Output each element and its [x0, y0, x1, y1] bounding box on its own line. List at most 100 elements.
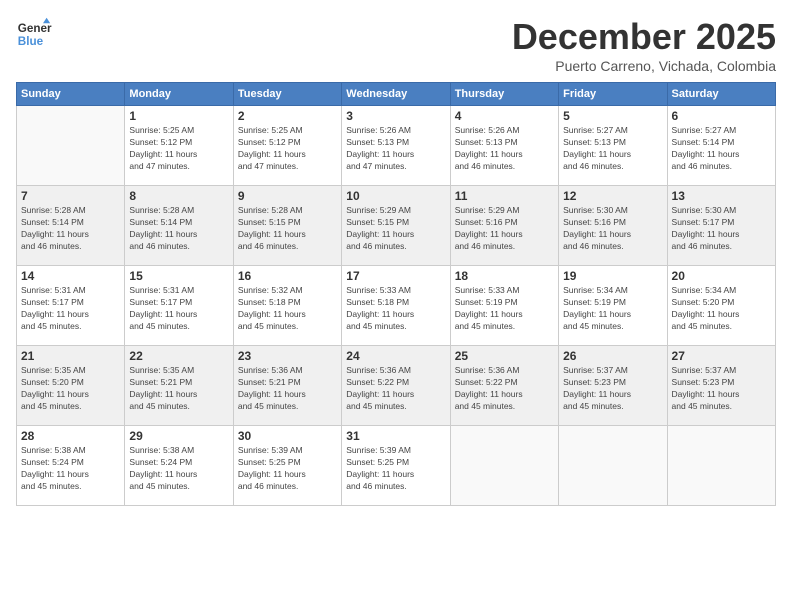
day-info: Sunrise: 5:32 AM Sunset: 5:18 PM Dayligh… [238, 285, 337, 333]
day-info: Sunrise: 5:30 AM Sunset: 5:16 PM Dayligh… [563, 205, 662, 253]
table-row: 22Sunrise: 5:35 AM Sunset: 5:21 PM Dayli… [125, 346, 233, 426]
day-number: 9 [238, 189, 337, 203]
day-info: Sunrise: 5:35 AM Sunset: 5:20 PM Dayligh… [21, 365, 120, 413]
day-info: Sunrise: 5:25 AM Sunset: 5:12 PM Dayligh… [238, 125, 337, 173]
day-info: Sunrise: 5:30 AM Sunset: 5:17 PM Dayligh… [672, 205, 771, 253]
day-info: Sunrise: 5:29 AM Sunset: 5:16 PM Dayligh… [455, 205, 554, 253]
title-section: December 2025 Puerto Carreno, Vichada, C… [512, 16, 776, 74]
table-row: 1Sunrise: 5:25 AM Sunset: 5:12 PM Daylig… [125, 106, 233, 186]
day-number: 25 [455, 349, 554, 363]
day-number: 8 [129, 189, 228, 203]
header: General Blue December 2025 Puerto Carren… [16, 16, 776, 74]
day-info: Sunrise: 5:39 AM Sunset: 5:25 PM Dayligh… [238, 445, 337, 493]
logo: General Blue [16, 16, 52, 52]
table-row: 11 Sunrise: 5:29 AM Sunset: 5:16 PM Dayli… [450, 186, 558, 266]
table-row [17, 106, 125, 186]
day-number: 15 [129, 269, 228, 283]
day-info: Sunrise: 5:38 AM Sunset: 5:24 PM Dayligh… [21, 445, 120, 493]
day-number: 11 [455, 189, 554, 203]
col-saturday: Saturday [667, 83, 775, 106]
day-info: Sunrise: 5:35 AM Sunset: 5:21 PM Dayligh… [129, 365, 228, 413]
table-row: 3Sunrise: 5:26 AM Sunset: 5:13 PM Daylig… [342, 106, 450, 186]
table-row [559, 426, 667, 506]
day-number: 4 [455, 109, 554, 123]
table-row [667, 426, 775, 506]
table-row: 27 Sunrise: 5:37 AM Sunset: 5:23 PM Dayli… [667, 346, 775, 426]
table-row: 28 Sunrise: 5:38 AM Sunset: 5:24 PM Dayli… [17, 426, 125, 506]
table-row: 15Sunrise: 5:31 AM Sunset: 5:17 PM Dayli… [125, 266, 233, 346]
table-row: 17 Sunrise: 5:33 AM Sunset: 5:18 PM Dayli… [342, 266, 450, 346]
calendar-week-2: 7 Sunrise: 5:28 AM Sunset: 5:14 PM Daylig… [17, 186, 776, 266]
calendar-week-3: 14 Sunrise: 5:31 AM Sunset: 5:17 PM Dayli… [17, 266, 776, 346]
table-row: 30 Sunrise: 5:39 AM Sunset: 5:25 PM Dayli… [233, 426, 341, 506]
day-number: 13 [672, 189, 771, 203]
day-info: Sunrise: 5:28 AM Sunset: 5:14 PM Dayligh… [129, 205, 228, 253]
day-number: 7 [21, 189, 120, 203]
table-row: 23Sunrise: 5:36 AM Sunset: 5:21 PM Dayli… [233, 346, 341, 426]
day-number: 24 [346, 349, 445, 363]
calendar-body: 1Sunrise: 5:25 AM Sunset: 5:12 PM Daylig… [17, 106, 776, 506]
table-row: 24 Sunrise: 5:36 AM Sunset: 5:22 PM Dayli… [342, 346, 450, 426]
day-info: Sunrise: 5:26 AM Sunset: 5:13 PM Dayligh… [346, 125, 445, 173]
table-row: 18 Sunrise: 5:33 AM Sunset: 5:19 PM Dayli… [450, 266, 558, 346]
table-row: 31 Sunrise: 5:39 AM Sunset: 5:25 PM Dayli… [342, 426, 450, 506]
table-row: 8 Sunrise: 5:28 AM Sunset: 5:14 PM Daylig… [125, 186, 233, 266]
table-row: 25 Sunrise: 5:36 AM Sunset: 5:22 PM Dayli… [450, 346, 558, 426]
day-info: Sunrise: 5:34 AM Sunset: 5:19 PM Dayligh… [563, 285, 662, 333]
table-row: 5 Sunrise: 5:27 AM Sunset: 5:13 PM Daylig… [559, 106, 667, 186]
day-number: 26 [563, 349, 662, 363]
col-monday: Monday [125, 83, 233, 106]
table-row: 19Sunrise: 5:34 AM Sunset: 5:19 PM Dayli… [559, 266, 667, 346]
day-info: Sunrise: 5:31 AM Sunset: 5:17 PM Dayligh… [21, 285, 120, 333]
table-row: 16Sunrise: 5:32 AM Sunset: 5:18 PM Dayli… [233, 266, 341, 346]
table-row: 21Sunrise: 5:35 AM Sunset: 5:20 PM Dayli… [17, 346, 125, 426]
location: Puerto Carreno, Vichada, Colombia [512, 58, 776, 74]
header-row: Sunday Monday Tuesday Wednesday Thursday… [17, 83, 776, 106]
table-row [450, 426, 558, 506]
day-number: 18 [455, 269, 554, 283]
day-number: 28 [21, 429, 120, 443]
table-row: 12 Sunrise: 5:30 AM Sunset: 5:16 PM Dayli… [559, 186, 667, 266]
day-info: Sunrise: 5:33 AM Sunset: 5:19 PM Dayligh… [455, 285, 554, 333]
day-info: Sunrise: 5:38 AM Sunset: 5:24 PM Dayligh… [129, 445, 228, 493]
day-number: 30 [238, 429, 337, 443]
table-row: 6 Sunrise: 5:27 AM Sunset: 5:14 PM Daylig… [667, 106, 775, 186]
col-friday: Friday [559, 83, 667, 106]
table-row: 7Sunrise: 5:28 AM Sunset: 5:14 PM Daylig… [17, 186, 125, 266]
day-info: Sunrise: 5:39 AM Sunset: 5:25 PM Dayligh… [346, 445, 445, 493]
day-info: Sunrise: 5:28 AM Sunset: 5:15 PM Dayligh… [238, 205, 337, 253]
day-number: 6 [672, 109, 771, 123]
calendar-table: Sunday Monday Tuesday Wednesday Thursday… [16, 82, 776, 506]
calendar-week-5: 28 Sunrise: 5:38 AM Sunset: 5:24 PM Dayli… [17, 426, 776, 506]
calendar-header: Sunday Monday Tuesday Wednesday Thursday… [17, 83, 776, 106]
day-info: Sunrise: 5:27 AM Sunset: 5:14 PM Dayligh… [672, 125, 771, 173]
col-wednesday: Wednesday [342, 83, 450, 106]
day-info: Sunrise: 5:37 AM Sunset: 5:23 PM Dayligh… [563, 365, 662, 413]
day-number: 2 [238, 109, 337, 123]
day-info: Sunrise: 5:27 AM Sunset: 5:13 PM Dayligh… [563, 125, 662, 173]
day-info: Sunrise: 5:36 AM Sunset: 5:22 PM Dayligh… [346, 365, 445, 413]
day-number: 14 [21, 269, 120, 283]
day-info: Sunrise: 5:36 AM Sunset: 5:22 PM Dayligh… [455, 365, 554, 413]
day-info: Sunrise: 5:33 AM Sunset: 5:18 PM Dayligh… [346, 285, 445, 333]
day-number: 17 [346, 269, 445, 283]
table-row: 2 Sunrise: 5:25 AM Sunset: 5:12 PM Daylig… [233, 106, 341, 186]
page-container: General Blue December 2025 Puerto Carren… [16, 16, 776, 506]
day-number: 5 [563, 109, 662, 123]
logo-icon: General Blue [16, 16, 52, 52]
day-info: Sunrise: 5:26 AM Sunset: 5:13 PM Dayligh… [455, 125, 554, 173]
day-number: 20 [672, 269, 771, 283]
day-number: 31 [346, 429, 445, 443]
day-info: Sunrise: 5:37 AM Sunset: 5:23 PM Dayligh… [672, 365, 771, 413]
day-info: Sunrise: 5:25 AM Sunset: 5:12 PM Dayligh… [129, 125, 228, 173]
col-sunday: Sunday [17, 83, 125, 106]
table-row: 13 Sunrise: 5:30 AM Sunset: 5:17 PM Dayli… [667, 186, 775, 266]
day-number: 12 [563, 189, 662, 203]
day-info: Sunrise: 5:29 AM Sunset: 5:15 PM Dayligh… [346, 205, 445, 253]
day-number: 27 [672, 349, 771, 363]
day-number: 29 [129, 429, 228, 443]
day-info: Sunrise: 5:34 AM Sunset: 5:20 PM Dayligh… [672, 285, 771, 333]
table-row: 26 Sunrise: 5:37 AM Sunset: 5:23 PM Dayli… [559, 346, 667, 426]
col-thursday: Thursday [450, 83, 558, 106]
day-info: Sunrise: 5:36 AM Sunset: 5:21 PM Dayligh… [238, 365, 337, 413]
